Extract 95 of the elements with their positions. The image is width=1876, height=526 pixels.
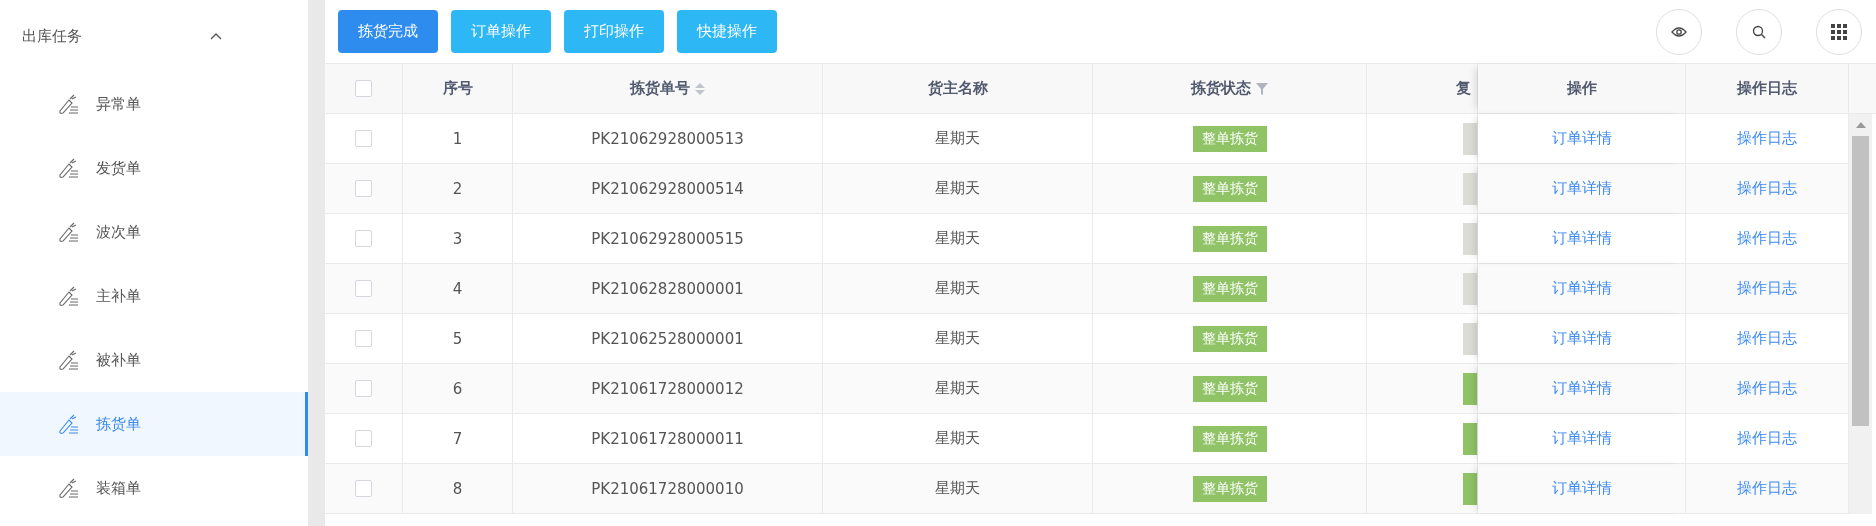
table-cell: 1 <box>452 129 463 148</box>
scrollbar[interactable] <box>1849 114 1872 514</box>
row-checkbox[interactable] <box>355 330 372 347</box>
operation-log-link[interactable]: 操作日志 <box>1737 129 1797 148</box>
table-cell: 星期天 <box>935 229 980 248</box>
filter-icon[interactable] <box>1256 82 1268 95</box>
operation-log-link[interactable]: 操作日志 <box>1737 379 1797 398</box>
menu-group-header[interactable]: 出库任务 <box>0 0 308 72</box>
operation-log-link[interactable]: 操作日志 <box>1737 429 1797 448</box>
view-button[interactable] <box>1656 8 1702 55</box>
table-cell: PK21061728000011 <box>591 429 744 448</box>
table-cell: PK21062528000001 <box>591 329 744 348</box>
operation-log-link[interactable]: 操作日志 <box>1737 179 1797 198</box>
row-checkbox[interactable] <box>355 130 372 147</box>
scrollbar-thumb[interactable] <box>1852 136 1869 426</box>
sidebar-item[interactable]: 波次单 <box>0 200 308 264</box>
table-cell: PK21061728000010 <box>591 479 744 498</box>
table-cell: 星期天 <box>935 429 980 448</box>
columns-button[interactable] <box>1816 8 1862 55</box>
column-header: 操作 <box>1566 79 1597 98</box>
column-header: 序号 <box>442 79 473 98</box>
column-header: 拣货状态 <box>1191 79 1268 98</box>
order-detail-link[interactable]: 订单详情 <box>1551 229 1612 248</box>
column-header: 拣货单号 <box>630 79 705 98</box>
status-tag: 整单拣货 <box>1192 175 1267 202</box>
status-tag: 整单拣货 <box>1192 375 1267 402</box>
pen-list-icon <box>58 414 80 434</box>
order-detail-link[interactable]: 订单详情 <box>1551 279 1612 298</box>
table-cell: 星期天 <box>935 279 980 298</box>
table-cell: 星期天 <box>935 129 980 148</box>
chevron-up-icon <box>210 32 222 40</box>
status-tag: 整单拣货 <box>1192 225 1267 252</box>
order-detail-link[interactable]: 订单详情 <box>1551 379 1612 398</box>
sidebar-item[interactable]: 主补单 <box>0 264 308 328</box>
sidebar-item[interactable]: 拣货单 <box>0 392 308 456</box>
table-cell: PK21061728000012 <box>591 379 744 398</box>
table-cell: 8 <box>452 479 463 498</box>
table-cell: 星期天 <box>935 329 980 348</box>
sidebar-item[interactable]: 被补单 <box>0 328 308 392</box>
pen-list-icon <box>58 94 80 114</box>
order-detail-link[interactable]: 订单详情 <box>1551 129 1612 148</box>
table-cell: 4 <box>452 279 463 298</box>
table-cell: PK21062928000515 <box>591 229 744 248</box>
table-cell: 7 <box>452 429 463 448</box>
sidebar-item[interactable]: 异常单 <box>0 72 308 136</box>
scroll-up-icon[interactable] <box>1855 122 1866 128</box>
pen-list-icon <box>58 286 80 306</box>
toolbar-button[interactable]: 拣货完成 <box>338 10 438 53</box>
table-cell: 6 <box>452 379 463 398</box>
search-icon <box>1752 24 1766 39</box>
status-tag: 整单拣货 <box>1192 325 1267 352</box>
table-cell: PK21062828000001 <box>591 279 744 298</box>
row-checkbox[interactable] <box>355 280 372 297</box>
row-checkbox[interactable] <box>355 430 372 447</box>
order-detail-link[interactable]: 订单详情 <box>1551 479 1612 498</box>
status-tag: 整单拣货 <box>1192 425 1267 452</box>
order-detail-link[interactable]: 订单详情 <box>1551 329 1612 348</box>
toolbar-button[interactable]: 打印操作 <box>564 10 664 53</box>
pen-list-icon <box>58 478 80 498</box>
toolbar-button[interactable]: 快捷操作 <box>677 10 777 53</box>
table-cell: PK21062928000513 <box>591 129 744 148</box>
pen-list-icon <box>58 222 80 242</box>
column-header: 操作日志 <box>1737 79 1797 98</box>
status-tag: 整单拣货 <box>1192 125 1267 152</box>
eye-icon <box>1671 25 1687 38</box>
column-header: 货主名称 <box>927 79 988 98</box>
operation-log-link[interactable]: 操作日志 <box>1737 329 1797 348</box>
row-checkbox[interactable] <box>355 480 372 497</box>
column-header: 复 <box>1456 79 1471 98</box>
row-checkbox[interactable] <box>355 230 372 247</box>
grid-icon <box>1831 23 1847 40</box>
row-checkbox[interactable] <box>355 180 372 197</box>
sort-icon[interactable] <box>695 81 705 96</box>
table-cell: 星期天 <box>935 379 980 398</box>
table-cell: 2 <box>452 179 463 198</box>
operation-log-link[interactable]: 操作日志 <box>1737 479 1797 498</box>
table-cell: 星期天 <box>935 479 980 498</box>
operation-log-link[interactable]: 操作日志 <box>1737 229 1797 248</box>
table-cell: 星期天 <box>935 179 980 198</box>
search-button[interactable] <box>1736 8 1782 55</box>
status-tag: 整单拣货 <box>1192 275 1267 302</box>
table-cell: PK21062928000514 <box>591 179 744 198</box>
pen-list-icon <box>58 158 80 178</box>
pen-list-icon <box>58 350 80 370</box>
sidebar-item[interactable]: 发货单 <box>0 136 308 200</box>
order-detail-link[interactable]: 订单详情 <box>1551 179 1612 198</box>
status-tag: 整单拣货 <box>1192 475 1267 502</box>
order-detail-link[interactable]: 订单详情 <box>1551 429 1612 448</box>
select-all-checkbox[interactable] <box>355 80 372 97</box>
operation-log-link[interactable]: 操作日志 <box>1737 279 1797 298</box>
table-cell: 3 <box>452 229 463 248</box>
toolbar-button[interactable]: 订单操作 <box>451 10 551 53</box>
sidebar-item[interactable]: 装箱单 <box>0 456 308 520</box>
row-checkbox[interactable] <box>355 380 372 397</box>
table-cell: 5 <box>452 329 463 348</box>
